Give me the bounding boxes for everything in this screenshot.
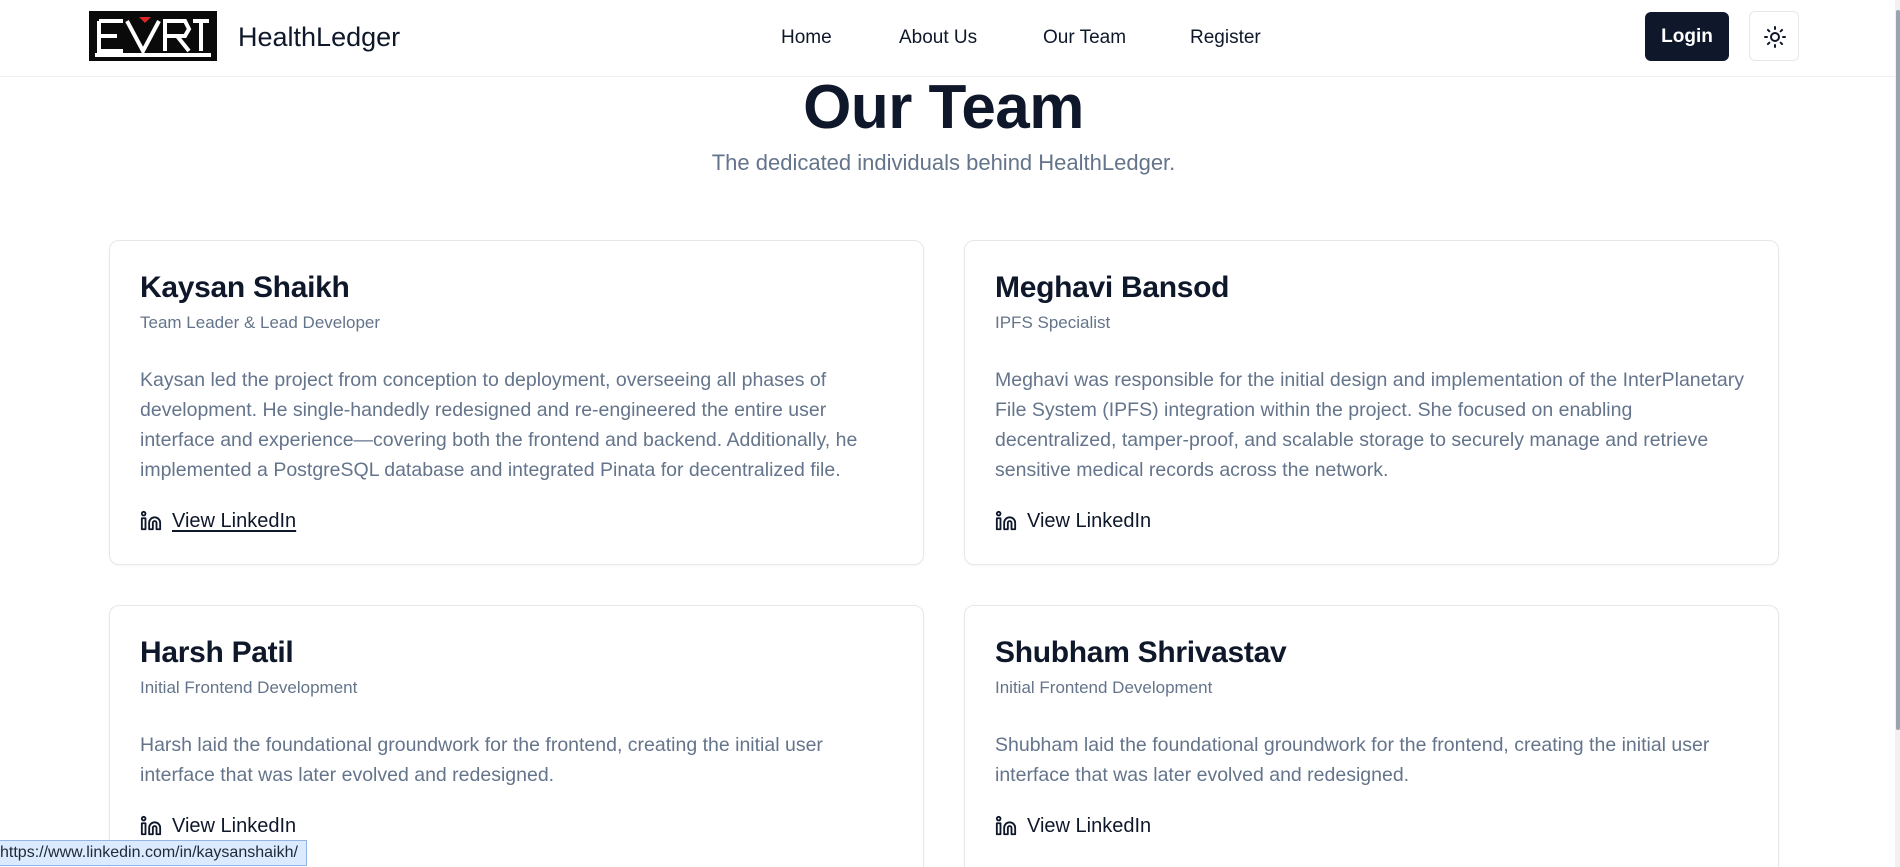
login-button[interactable]: Login	[1645, 12, 1729, 61]
linkedin-link[interactable]: View LinkedIn	[995, 508, 1151, 534]
nav-register[interactable]: Register	[1190, 27, 1261, 49]
member-role: IPFS Specialist	[995, 313, 1111, 332]
member-role: Initial Frontend Development	[995, 678, 1213, 697]
linkedin-icon	[995, 510, 1017, 531]
theme-toggle-button[interactable]	[1749, 11, 1799, 61]
linkedin-link[interactable]: View LinkedIn	[995, 813, 1151, 839]
linkedin-link-label[interactable]: View LinkedIn	[172, 510, 296, 533]
team-card: Shubham Shrivastav Initial Frontend Deve…	[964, 605, 1779, 867]
team-card: Meghavi Bansod IPFS Specialist Meghavi w…	[964, 240, 1779, 565]
page-subtitle: The dedicated individuals behind HealthL…	[711, 150, 1176, 175]
nav-about-us[interactable]: About Us	[899, 27, 977, 49]
member-role: Initial Frontend Development	[140, 678, 358, 697]
page-title: Our Team	[803, 73, 1084, 142]
team-card: Harsh Patil Initial Frontend Development…	[109, 605, 924, 867]
linkedin-icon	[995, 815, 1017, 836]
member-name: Harsh Patil	[140, 636, 294, 669]
team-card: Kaysan Shaikh Team Leader & Lead Develop…	[109, 240, 924, 565]
member-description: Kaysan led the project from conception t…	[140, 369, 858, 481]
linkedin-icon	[140, 815, 162, 836]
page-scrollbar[interactable]	[1895, 0, 1900, 867]
member-description: Harsh laid the foundational groundwork f…	[140, 734, 823, 786]
site-header: HealthLedger Home About Us Our Team Regi…	[0, 0, 1900, 77]
brand-logo-icon[interactable]	[89, 11, 217, 61]
linkedin-icon	[140, 510, 162, 531]
status-bar-url: https://www.linkedin.com/in/kaysanshaikh…	[0, 840, 307, 866]
linkedin-link-label[interactable]: View LinkedIn	[1027, 815, 1151, 838]
linkedin-link[interactable]: View LinkedIn	[140, 508, 296, 534]
member-description: Shubham laid the foundational groundwork…	[995, 734, 1710, 786]
sun-icon	[1764, 26, 1786, 48]
member-description: Meghavi was responsible for the initial …	[995, 369, 1745, 481]
member-role: Team Leader & Lead Developer	[140, 313, 381, 332]
linkedin-link-label[interactable]: View LinkedIn	[172, 815, 296, 838]
nav-home[interactable]: Home	[781, 27, 832, 49]
member-name: Shubham Shrivastav	[995, 636, 1287, 669]
member-name: Kaysan Shaikh	[140, 271, 350, 304]
member-name: Meghavi Bansod	[995, 271, 1230, 304]
linkedin-link[interactable]: View LinkedIn	[140, 813, 296, 839]
brand-name[interactable]: HealthLedger	[238, 22, 400, 53]
scrollbar-thumb[interactable]	[1896, 10, 1900, 730]
linkedin-link-label[interactable]: View LinkedIn	[1027, 510, 1151, 533]
nav-our-team[interactable]: Our Team	[1043, 27, 1126, 49]
